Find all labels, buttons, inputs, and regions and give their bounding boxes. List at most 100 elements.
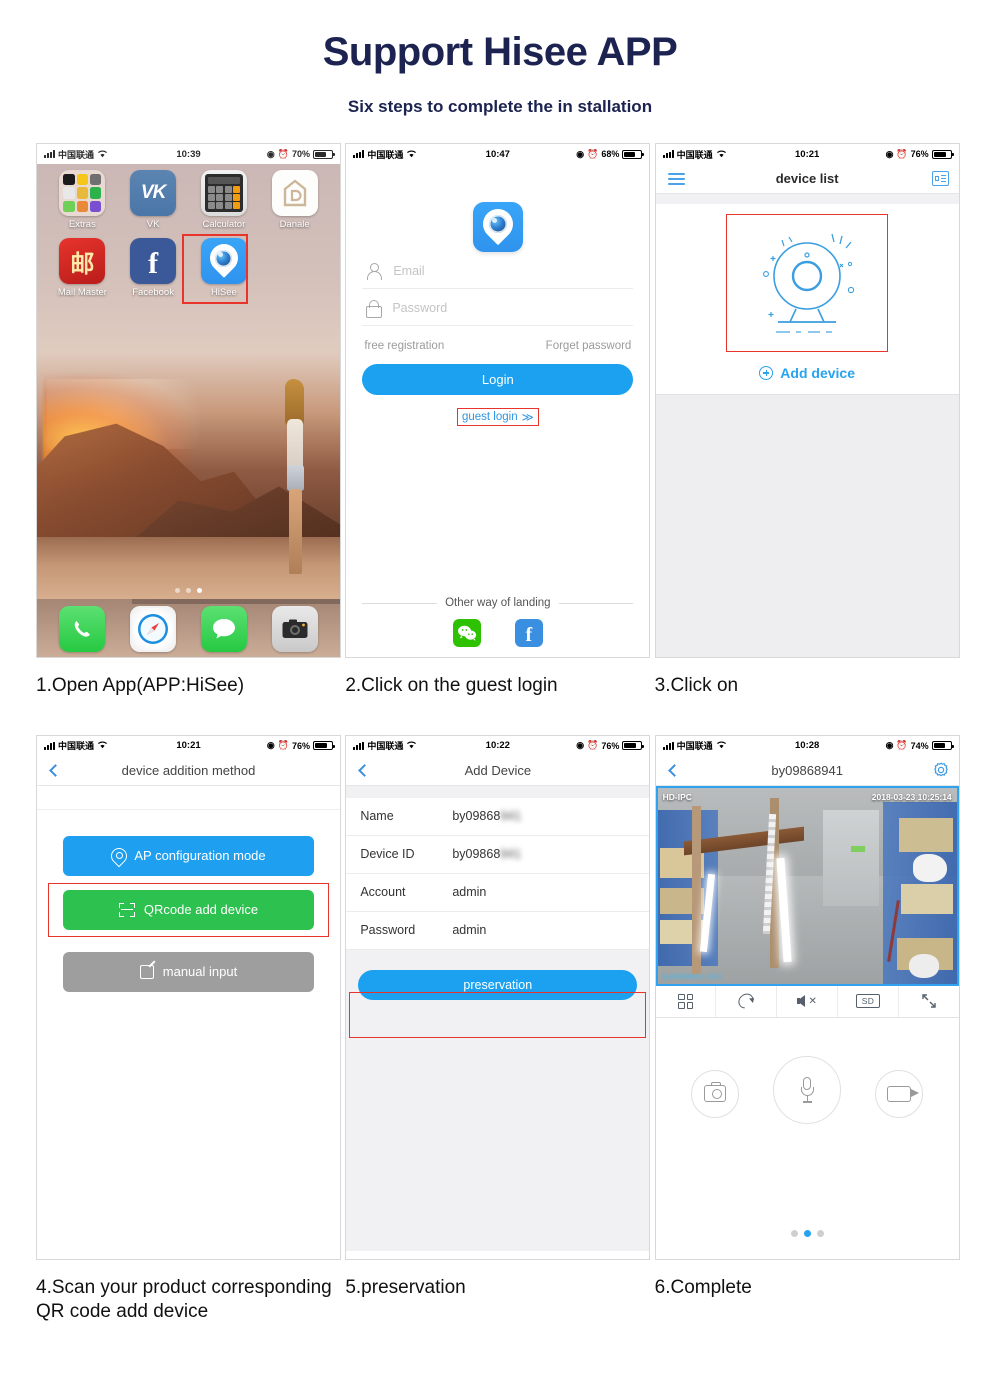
status-bar: 中国联通 10:39 ◉ ⏰ 70% (37, 144, 340, 164)
highlight-box-preservation (349, 991, 647, 1038)
app-icon-hisee[interactable]: HiSee (181, 234, 260, 304)
calculator-keys (207, 186, 240, 209)
table-row[interactable]: Name by09868941 (346, 798, 650, 836)
record-button[interactable] (875, 1069, 924, 1118)
safari-icon[interactable] (130, 606, 177, 652)
hisee-icon (200, 238, 247, 284)
app-label: Danale (279, 219, 310, 230)
password-field[interactable]: Password (362, 289, 634, 326)
video-overlay-timestamp: 2018-03-23 10:25:14 (871, 791, 952, 802)
dot[interactable] (816, 1229, 824, 1237)
wallpaper-figure (276, 379, 316, 579)
status-bar: 中国联通 10:47 ◉ ⏰ 68% (346, 144, 649, 164)
video-bag (912, 853, 947, 882)
social-login-row: f (362, 619, 633, 647)
phone-icon[interactable] (59, 606, 106, 652)
dot[interactable] (790, 1229, 798, 1237)
phone-screen-home: 中国联通 10:39 ◉ ⏰ 70% Extras VK VK Calculat… (36, 143, 341, 658)
facebook-icon[interactable]: f (514, 619, 543, 647)
login-helper-row: free registration Forget password (362, 340, 633, 352)
forget-password-link[interactable]: Forget password (546, 340, 632, 352)
snapshot-button[interactable] (691, 1069, 740, 1118)
table-row[interactable]: Account admin (346, 874, 650, 912)
fullscreen-icon (921, 993, 937, 1009)
add-device-body: Name by09868941 Device ID by09868941 Acc… (346, 785, 650, 1251)
calculator-screen (207, 177, 240, 184)
step-caption: 2.Click on the guest login (345, 675, 558, 696)
figure-top (287, 419, 303, 469)
battery-icon (622, 741, 645, 751)
app-icon-danale[interactable]: Danale (259, 170, 330, 230)
guest-login-link[interactable]: guest login ≫ (456, 408, 539, 426)
ap-configuration-button[interactable]: AP configuration mode (63, 835, 314, 876)
manual-button-label: manual input (162, 964, 238, 980)
app-label: VK (146, 219, 160, 230)
page-title: Support Hisee APP (322, 30, 678, 74)
row-key: Account (360, 885, 406, 900)
table-row[interactable]: Device ID by09868941 (346, 836, 650, 874)
phone-screen-login: 中国联通 10:47 ◉ ⏰ 68% Email Password free r… (345, 143, 651, 658)
step-3-cell: 中国联通 10:21 ◉ ⏰ 76% device list Add devic… (654, 143, 964, 699)
step-5-cell: 中国联通 10:22 ◉ ⏰ 76% Add Device Name by098… (345, 734, 654, 1325)
record-icon (887, 1085, 920, 1102)
app-icon-calculator[interactable]: Calculator (189, 170, 260, 230)
figure-shorts (287, 465, 304, 491)
table-row[interactable]: Password admin (346, 912, 650, 950)
row-key: Password (360, 923, 416, 938)
toolbar-rotate-button[interactable] (716, 985, 778, 1017)
toolbar-quality-button[interactable]: SD (838, 985, 899, 1017)
app-icon-vk[interactable]: VK VK (118, 170, 189, 230)
email-field[interactable]: Email (362, 252, 634, 289)
battery-icon (313, 149, 335, 159)
toolbar-fullscreen-button[interactable] (899, 986, 959, 1017)
talk-button[interactable] (773, 1055, 842, 1124)
empty-device-illustration-wrap (656, 214, 959, 352)
addition-method-navbar: device addition method (37, 755, 340, 786)
battery-icon (931, 741, 954, 751)
step-1-cell: 中国联通 10:39 ◉ ⏰ 70% Extras VK VK Calculat… (36, 143, 345, 699)
free-registration-link[interactable]: free registration (364, 340, 444, 352)
messages-icon[interactable] (200, 606, 247, 652)
app-icon-facebook[interactable]: f Facebook (118, 238, 189, 298)
phone-screen-live-view: 中国联通 10:28 ◉ ⏰ 74% by09868941 HD-IPC 201… (654, 734, 960, 1260)
battery-icon (931, 149, 954, 159)
add-device-navbar: Add Device (346, 755, 650, 786)
device-list-body: Add device (655, 194, 959, 657)
gear-icon[interactable] (933, 762, 949, 778)
toolbar-grid-button[interactable] (656, 985, 717, 1017)
danale-house-glyph (283, 179, 306, 207)
dot-active[interactable] (803, 1229, 811, 1237)
wechat-icon[interactable] (452, 619, 481, 647)
video-stream[interactable]: HD-IPC 2018-03-23 10:25:14 by09868941 ch… (655, 785, 959, 986)
toolbar-mute-button[interactable]: ✕ (777, 985, 839, 1017)
battery-icon (622, 149, 645, 159)
ap-button-label: AP configuration mode (134, 848, 266, 864)
other-login-section: Other way of landing f (362, 597, 633, 647)
login-button[interactable]: Login (362, 364, 634, 395)
user-icon (366, 263, 383, 280)
manual-input-button[interactable]: manual input (63, 951, 314, 992)
app-icon-mail-master[interactable]: 邮 Mail Master (47, 238, 118, 298)
lock-icon (366, 300, 383, 318)
highlight-box-qrcode-button (48, 882, 329, 937)
form-top-spacer (346, 786, 649, 798)
calculator-body (204, 174, 243, 212)
status-bar: 中国联通 10:28 ◉ ⏰ 74% (656, 736, 959, 756)
row-key: Device ID (360, 847, 415, 862)
email-placeholder: Email (393, 264, 425, 278)
step-caption: 4.Scan your product corresponding QR cod… (36, 1276, 332, 1323)
home-screen-wallpaper: Extras VK VK Calculator Danale 邮 Mail Ma… (37, 164, 340, 657)
camera-icon[interactable] (271, 606, 318, 652)
login-form: Email Password free registration Forget … (346, 164, 649, 657)
video-box (900, 883, 953, 914)
live-view-body: HD-IPC 2018-03-23 10:25:14 by09868941 ch… (655, 785, 959, 1251)
status-time: 10:21 (795, 148, 820, 160)
video-overlay-channel: by09868941 ch01 (662, 971, 723, 981)
sd-quality-label: SD (855, 994, 881, 1009)
app-icon-extras[interactable]: Extras (47, 170, 118, 230)
row-value: admin (452, 885, 487, 900)
highlight-box-camera-illustration[interactable] (726, 214, 889, 352)
add-device-button[interactable]: Add device (656, 365, 959, 394)
live-view-controls (656, 1018, 959, 1251)
list-top-strip (655, 194, 959, 204)
